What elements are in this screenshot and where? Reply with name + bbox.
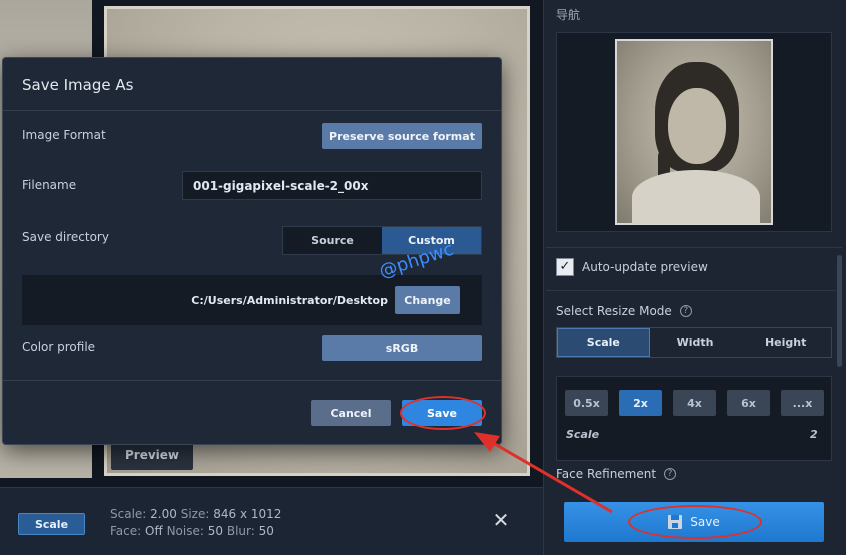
panel-divider [546,290,836,291]
filename-input[interactable]: 001-gigapixel-scale-2_00x [182,171,482,200]
panel-scrollbar[interactable] [837,255,842,367]
scale-option-custom[interactable]: ...x [781,390,824,416]
dialog-divider [3,380,501,381]
color-profile-label: Color profile [22,340,96,354]
auto-update-label: Auto-update preview [582,260,708,274]
scale-options-box [556,376,832,461]
navigator-title: 导航 [556,8,581,22]
annotation-ring-main-save [628,505,762,539]
blur-stat-value: 50 [258,524,274,538]
noise-stat-value: 50 [207,524,224,538]
resize-mode-scale[interactable]: Scale [557,328,650,357]
dialog-divider [3,110,501,111]
image-stats: Scale: 2.00 Size: 846 x 1012 Face: Off N… [110,506,281,540]
face-stat-label: Face: [110,524,142,538]
scale-value: 2 [810,428,818,441]
color-profile-button[interactable]: sRGB [322,335,482,361]
help-icon[interactable]: ? [679,305,692,317]
face-refinement-row: Face Refinement ? [556,467,677,481]
resize-mode-height[interactable]: Height [740,328,831,357]
scale-option-2x[interactable]: 2x [619,390,662,416]
face-refinement-label: Face Refinement [556,467,657,481]
panel-divider [546,247,843,248]
resize-mode-width[interactable]: Width [650,328,741,357]
auto-update-toggle[interactable]: ✓ Auto-update preview [556,258,708,276]
thumbnail-body [632,170,760,224]
app-window: Preview Scale Scale: 2.00 Size: 846 x 10… [0,0,846,555]
resize-mode-selector: Scale Width Height [556,327,832,358]
mode-chip: Scale [18,513,85,535]
scale-label: Scale [566,428,600,441]
scale-options: 0.5x 2x 4x 6x ...x [565,390,824,416]
filename-label: Filename [22,178,77,192]
help-icon[interactable]: ? [664,468,677,480]
scale-option-0-5x[interactable]: 0.5x [565,390,608,416]
resize-mode-title: Select Resize Mode ? [556,304,692,318]
blur-stat-label: Blur: [226,524,255,538]
bottom-status-bar: Scale Scale: 2.00 Size: 846 x 1012 Face:… [0,487,543,555]
checkbox-checked-icon[interactable]: ✓ [556,258,574,276]
scale-option-4x[interactable]: 4x [673,390,716,416]
size-stat-label: Size: [180,507,210,521]
directory-option-source[interactable]: Source [283,227,382,254]
resize-mode-label: Select Resize Mode [556,304,672,318]
close-icon[interactable]: ✕ [491,510,511,530]
image-format-label: Image Format [22,128,106,142]
scale-stat-value: 2.00 [150,507,177,521]
size-stat-value: 846 x 1012 [213,507,282,521]
face-stat-value: Off [145,524,163,538]
scale-option-6x[interactable]: 6x [727,390,770,416]
noise-stat-label: Noise: [166,524,204,538]
change-directory-button[interactable]: Change [395,286,460,314]
image-format-button[interactable]: Preserve source format [322,123,482,149]
save-directory-label: Save directory [22,230,109,244]
annotation-ring-dialog-save [400,396,486,430]
thumbnail-face [668,88,726,164]
directory-path: C:/Users/Administrator/Desktop [191,294,388,307]
cancel-button[interactable]: Cancel [311,400,391,426]
scale-stat-label: Scale: [110,507,147,521]
dialog-title: Save Image As [22,76,134,94]
